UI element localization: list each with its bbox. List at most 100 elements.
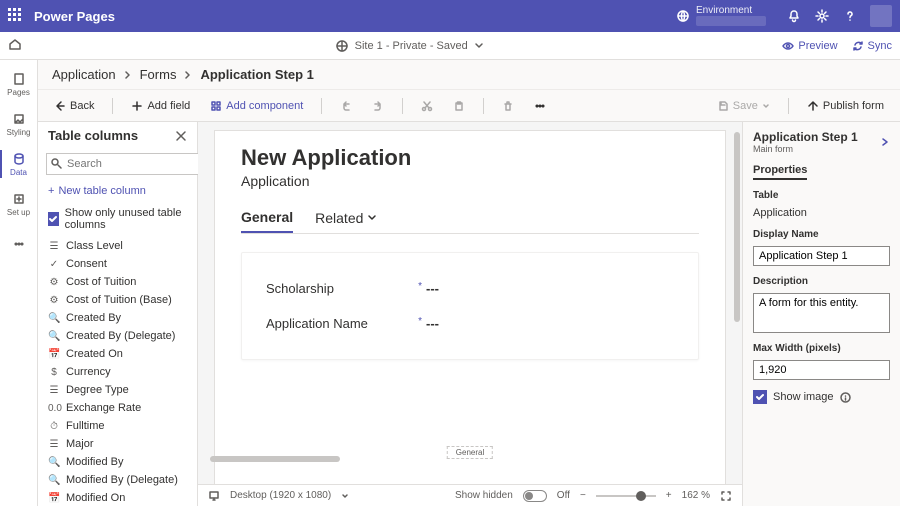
user-avatar[interactable] — [870, 5, 892, 27]
show-hidden-label: Show hidden — [455, 490, 513, 501]
back-button[interactable]: Back — [48, 97, 100, 115]
rail-styling[interactable]: Styling — [0, 104, 37, 144]
publish-button[interactable]: Publish form — [801, 97, 890, 115]
column-label: Created By — [66, 312, 121, 324]
app-title: Power Pages — [34, 9, 115, 24]
left-rail: Pages Styling Data Set up — [0, 60, 38, 506]
column-item[interactable]: ☰ Degree Type — [38, 381, 197, 399]
zoom-out-button[interactable]: − — [580, 490, 586, 501]
prop-description-label: Description — [753, 276, 890, 287]
column-type-icon: 🔍 — [48, 475, 60, 486]
show-hidden-toggle[interactable] — [523, 490, 547, 502]
column-type-icon: $ — [48, 367, 60, 378]
notifications-icon[interactable] — [780, 0, 808, 32]
rail-setup[interactable]: Set up — [0, 184, 37, 224]
show-image-label: Show image — [773, 391, 834, 403]
column-search-input[interactable] — [46, 153, 216, 175]
rail-pages[interactable]: Pages — [0, 64, 37, 104]
settings-icon[interactable] — [808, 0, 836, 32]
home-icon[interactable] — [8, 37, 22, 54]
site-label[interactable]: Site 1 - Private - Saved — [355, 40, 468, 52]
form-canvas[interactable]: New Application Application General Rela… — [214, 130, 726, 484]
prop-displayname-label: Display Name — [753, 229, 890, 240]
breadcrumb-application[interactable]: Application — [52, 67, 116, 82]
column-item[interactable]: 🔍Created By (Delegate) — [38, 327, 197, 345]
column-type-icon: 📅 — [48, 493, 60, 504]
chevron-down-icon[interactable] — [474, 41, 484, 51]
rail-data[interactable]: Data — [0, 144, 37, 184]
environment-label: Environment — [696, 6, 766, 16]
field-application-name[interactable]: Application Name* --- — [266, 306, 674, 341]
undo-button — [334, 97, 358, 115]
column-item[interactable]: 🔍 Created By — [38, 309, 197, 327]
field-scholarship[interactable]: Scholarship* --- — [266, 271, 674, 306]
column-item[interactable]: 📅Modified On — [38, 489, 197, 506]
column-item[interactable]: ☰Major — [38, 435, 197, 453]
properties-panel: Application Step 1 Main form Properties … — [742, 122, 900, 506]
unused-checkbox[interactable] — [48, 212, 59, 226]
column-item[interactable]: 0.0 Exchange Rate — [38, 399, 197, 417]
column-list: ☰Class Level✓Consent⚙Cost of Tuition⚙Cos… — [38, 237, 197, 506]
zoom-slider[interactable] — [596, 495, 656, 497]
add-component-button[interactable]: Add component — [204, 97, 309, 115]
info-icon[interactable] — [840, 392, 851, 403]
tab-general[interactable]: General — [241, 209, 293, 233]
column-item[interactable]: 🔍Modified By — [38, 453, 197, 471]
column-item[interactable]: $Currency — [38, 363, 197, 381]
waffle-icon[interactable] — [8, 8, 24, 24]
column-item[interactable]: ⚙Cost of Tuition (Base) — [38, 291, 197, 309]
prop-description-input[interactable] — [753, 293, 890, 333]
paste-button — [447, 97, 471, 115]
viewport-label[interactable]: Desktop (1920 x 1080) — [230, 490, 331, 501]
tab-related[interactable]: Related — [315, 209, 377, 233]
form-heading: New Application — [241, 145, 699, 171]
column-type-icon: 0.0 — [48, 403, 60, 414]
more-button[interactable] — [528, 97, 552, 115]
rail-more[interactable] — [0, 224, 37, 264]
column-label: Major — [66, 438, 94, 450]
breadcrumb-forms[interactable]: Forms — [140, 67, 177, 82]
prop-maxwidth-input[interactable] — [753, 360, 890, 380]
column-type-icon: ☰ — [48, 241, 60, 252]
column-type-icon: ✓ — [48, 259, 60, 270]
save-button: Save — [711, 97, 776, 115]
chevron-down-icon[interactable] — [341, 492, 349, 500]
prop-displayname-input[interactable] — [753, 246, 890, 266]
form-section[interactable]: Scholarship* --- Application Name* --- — [241, 252, 699, 360]
column-item[interactable]: ☰Class Level — [38, 237, 197, 255]
sync-button[interactable]: Sync — [852, 40, 892, 52]
environment-picker[interactable]: Environment — [676, 6, 766, 26]
column-type-icon: 📅 — [48, 349, 60, 360]
column-type-icon: 🔍 — [48, 313, 60, 324]
canvas-hscrollbar[interactable] — [210, 456, 340, 462]
table-columns-panel: Table columns +New table column Show onl… — [38, 122, 198, 506]
environment-icon — [676, 9, 690, 23]
canvas-vscrollbar[interactable] — [734, 132, 740, 322]
fit-icon[interactable] — [720, 490, 732, 502]
close-icon[interactable] — [175, 130, 187, 142]
column-type-icon: ☰ — [48, 385, 60, 396]
column-item[interactable]: ⏱Fulltime — [38, 417, 197, 435]
new-table-column[interactable]: +New table column — [38, 179, 197, 203]
toggle-state: Off — [557, 490, 570, 501]
search-icon — [50, 157, 62, 169]
cut-button — [415, 97, 439, 115]
column-item[interactable]: 🔍Modified By (Delegate) — [38, 471, 197, 489]
add-field-button[interactable]: Add field — [125, 97, 196, 115]
column-item[interactable]: ✓Consent — [38, 255, 197, 273]
column-item[interactable]: 📅Created On — [38, 345, 197, 363]
column-label: Modified By — [66, 456, 123, 468]
form-subtitle: Application — [241, 173, 699, 189]
section-drop-target[interactable]: General — [447, 446, 493, 459]
unused-label: Show only unused table columns — [65, 207, 187, 231]
column-label: Exchange Rate — [66, 402, 141, 414]
show-image-checkbox[interactable] — [753, 390, 767, 404]
column-item[interactable]: ⚙Cost of Tuition — [38, 273, 197, 291]
prop-maxwidth-label: Max Width (pixels) — [753, 343, 890, 354]
zoom-in-button[interactable]: + — [666, 490, 672, 501]
environment-name — [696, 16, 766, 26]
chevron-right-icon[interactable] — [880, 137, 890, 147]
column-label: Degree Type — [66, 384, 129, 396]
help-icon[interactable] — [836, 0, 864, 32]
preview-button[interactable]: Preview — [782, 40, 837, 52]
